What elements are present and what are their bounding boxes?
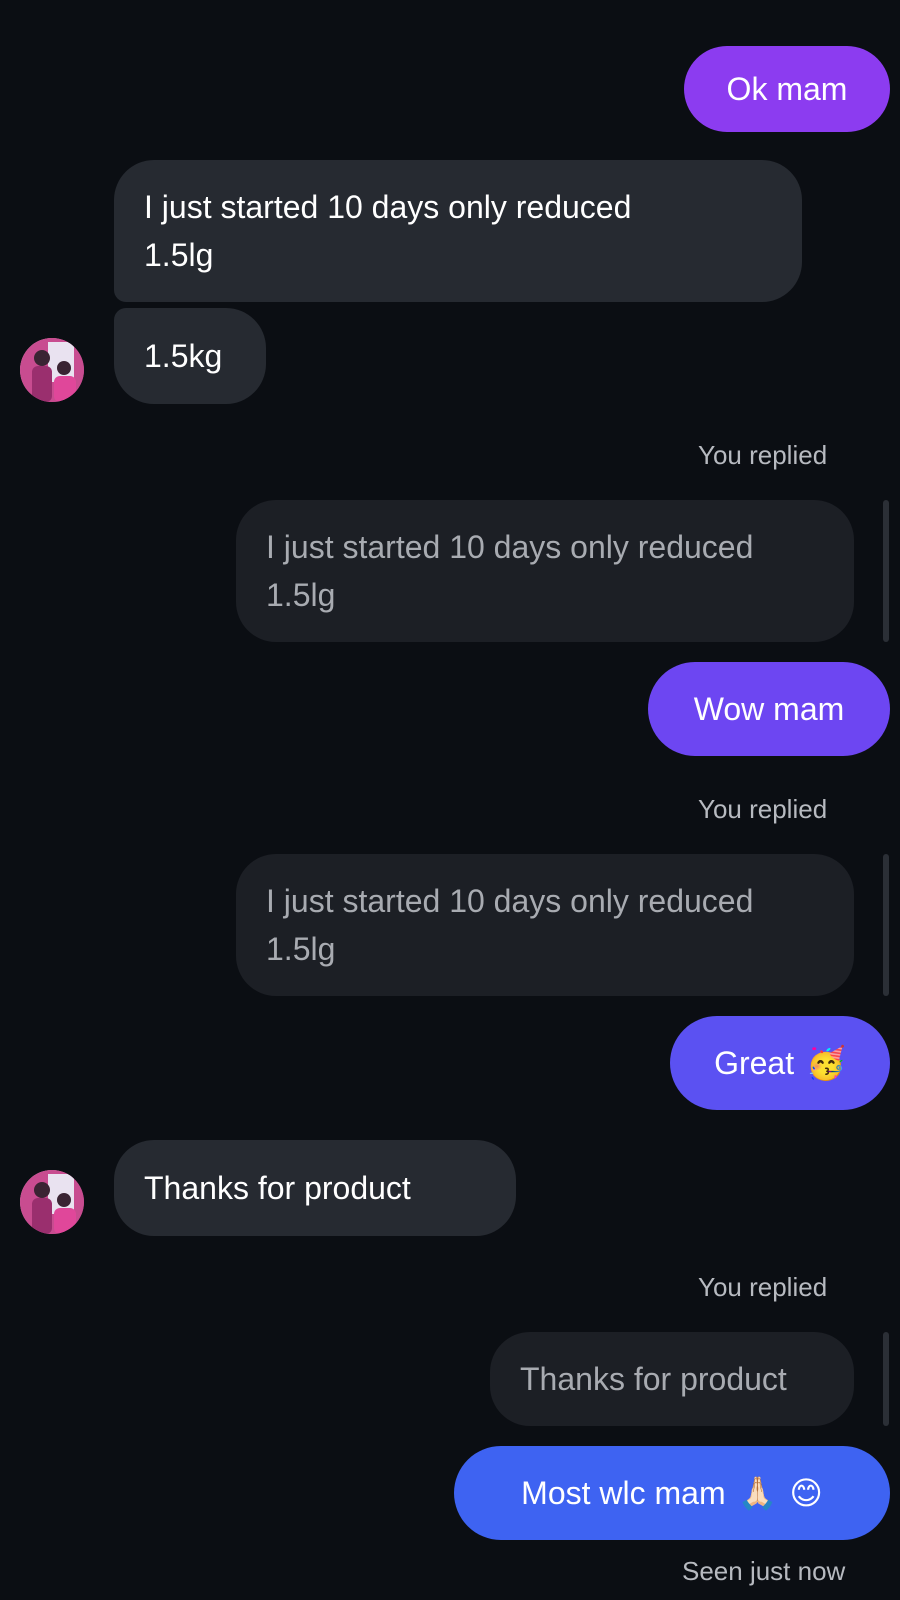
message-incoming-kg[interactable]: 1.5kg bbox=[114, 308, 266, 404]
contact-avatar[interactable] bbox=[20, 1170, 84, 1234]
contact-avatar[interactable] bbox=[20, 338, 84, 402]
message-text: I just started 10 days only reduced 1.5l… bbox=[144, 189, 632, 273]
quoted-message[interactable]: I just started 10 days only reduced 1.5l… bbox=[236, 500, 854, 642]
message-most-wlc[interactable]: Most wlc mam 🙏🏻 😊 bbox=[454, 1446, 890, 1540]
folded-hands-icon: 🙏🏻 bbox=[737, 1475, 778, 1511]
smiling-face-icon: 😊 bbox=[789, 1475, 823, 1511]
quoted-text: I just started 10 days only reduced 1.5l… bbox=[266, 529, 754, 613]
quote-bar bbox=[883, 500, 889, 642]
quoted-text: I just started 10 days only reduced 1.5l… bbox=[266, 883, 754, 967]
avatar-photo-icon bbox=[20, 1170, 84, 1234]
reply-label: You replied bbox=[698, 1272, 828, 1302]
partying-face-icon: 🥳 bbox=[806, 1045, 846, 1081]
quoted-message[interactable]: Thanks for product bbox=[490, 1332, 854, 1426]
message-ok-mam[interactable]: Ok mam bbox=[684, 46, 890, 132]
message-wow-mam[interactable]: Wow mam bbox=[648, 662, 890, 756]
quoted-text: Thanks for product bbox=[520, 1361, 787, 1397]
quote-bar bbox=[883, 854, 889, 996]
message-text: 1.5kg bbox=[144, 338, 223, 374]
reply-label: You replied bbox=[698, 440, 828, 470]
quote-bar bbox=[883, 1332, 889, 1426]
message-text: Ok mam bbox=[726, 71, 848, 107]
message-great[interactable]: Great 🥳 bbox=[670, 1016, 890, 1110]
avatar-photo-icon bbox=[20, 338, 84, 402]
message-incoming-thanks[interactable]: Thanks for product bbox=[114, 1140, 516, 1236]
message-text: Wow mam bbox=[693, 691, 845, 727]
message-text: Most wlc mam bbox=[521, 1475, 726, 1511]
message-text: Thanks for product bbox=[144, 1170, 411, 1206]
message-incoming-reduced[interactable]: I just started 10 days only reduced 1.5l… bbox=[114, 160, 802, 302]
quoted-message[interactable]: I just started 10 days only reduced 1.5l… bbox=[236, 854, 854, 996]
seen-status: Seen just now bbox=[682, 1556, 846, 1586]
reply-label: You replied bbox=[698, 794, 828, 824]
message-text: Great bbox=[714, 1045, 795, 1081]
